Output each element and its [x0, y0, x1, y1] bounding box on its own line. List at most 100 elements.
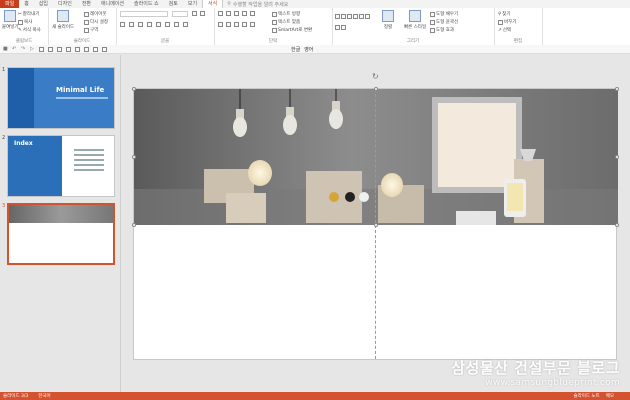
notes-button[interactable]: 슬라이드 노트 [573, 393, 599, 399]
resize-handle-top[interactable] [374, 87, 378, 91]
qat-tool-3-icon[interactable] [57, 46, 62, 52]
resize-handle-top-right[interactable] [615, 87, 619, 91]
qat-tool-5-icon[interactable] [75, 46, 80, 52]
save-icon[interactable]: ■ [3, 46, 8, 52]
numbering-icon[interactable] [226, 11, 231, 16]
slide-thumbnail-3[interactable] [7, 203, 115, 265]
slide-thumbnail-1[interactable]: Minimal Life [7, 67, 115, 129]
qat-tool-4-icon[interactable] [66, 46, 71, 52]
paragraph-group: 텍스트 방향 텍스트 맞춤 SmartArt로 변환 단락 [214, 8, 333, 45]
brush-icon: ✎ [18, 27, 22, 33]
align-right-icon[interactable] [234, 22, 239, 27]
bullets-icon[interactable] [218, 11, 223, 16]
line-spacing-icon[interactable] [250, 11, 255, 16]
tell-me-box[interactable]: ⚲ 수행할 작업을 알려 주세요 [227, 1, 288, 8]
align-text-button[interactable]: 텍스트 맞춤 [272, 19, 300, 25]
drawing-group: 정렬 빠른 스타일 도형 채우기 도형 윤곽선 도형 효과 그리기 [332, 8, 495, 45]
grow-font-icon [192, 11, 197, 16]
drawing-group-label: 그리기 [406, 39, 420, 44]
scissors-icon: ✂ [18, 11, 22, 17]
tab-transitions[interactable]: 전환 [77, 0, 96, 8]
slides-group: 새 슬라이드 레이아웃 다시 설정 구역 슬라이드 [48, 8, 117, 45]
align-text-icon [272, 19, 277, 25]
shadow-icon[interactable] [147, 22, 152, 27]
strikethrough-icon[interactable] [156, 22, 161, 27]
qat-font-color-label[interactable]: 한글 [291, 46, 300, 53]
tab-review[interactable]: 검토 [164, 0, 183, 8]
start-slideshow-icon[interactable]: ▷ [30, 46, 35, 52]
tab-home[interactable]: 홈 [19, 0, 34, 8]
replace-button[interactable]: 바꾸기 [498, 19, 516, 25]
lighting-photo[interactable] [134, 89, 618, 225]
cut-button[interactable]: ✂ 잘라내기 [18, 11, 39, 18]
paste-button[interactable]: 붙여넣기 [2, 10, 19, 30]
resize-handle-bottom-left[interactable] [132, 223, 136, 227]
increase-indent-icon[interactable] [242, 11, 247, 16]
format-painter-button[interactable]: ✎ 서식 복사 [18, 27, 41, 34]
qat-tool-7-icon[interactable] [93, 46, 98, 52]
tab-animations[interactable]: 애니메이션 [96, 0, 129, 8]
align-left-icon[interactable] [218, 22, 223, 27]
slides-group-label: 슬라이드 [73, 39, 91, 44]
rotate-handle-icon[interactable]: ↻ [372, 72, 379, 81]
shapes-gallery[interactable] [335, 11, 375, 33]
slide-thumbnail-pane: 1 Minimal Life 2 Index 3 [0, 55, 121, 392]
shape-effects-button[interactable]: 도형 효과 [430, 27, 454, 33]
shrink-font-button[interactable] [200, 11, 205, 16]
decrease-indent-icon[interactable] [234, 11, 239, 16]
new-slide-button[interactable]: 새 슬라이드 [52, 10, 74, 30]
tab-file[interactable]: 파일 [0, 0, 20, 8]
slide-thumbnail-2[interactable]: Index [7, 135, 115, 197]
tab-format[interactable]: 서식 [202, 0, 224, 8]
qat-tool-6-icon[interactable] [84, 46, 89, 52]
arrange-button[interactable]: 정렬 [382, 10, 394, 30]
resize-handle-bottom[interactable] [374, 223, 378, 227]
italic-icon[interactable] [129, 22, 134, 27]
section-button[interactable]: 구역 [84, 27, 98, 33]
resize-handle-bottom-right[interactable] [615, 223, 619, 227]
copy-button[interactable]: 복사 [18, 19, 32, 25]
editing-group-label: 편집 [513, 39, 523, 44]
slide-editing-canvas: ↻ [121, 55, 630, 392]
resize-handle-top-left[interactable] [132, 87, 136, 91]
text-direction-button[interactable]: 텍스트 방향 [272, 11, 300, 17]
smartart-button[interactable]: SmartArt로 변환 [272, 27, 312, 33]
grow-font-button[interactable] [192, 11, 197, 16]
underline-icon[interactable] [138, 22, 143, 27]
shape-fill-button[interactable]: 도형 채우기 [430, 11, 458, 17]
language-status[interactable]: 한국어 [38, 393, 50, 399]
bold-icon[interactable] [120, 22, 125, 27]
tab-slideshow[interactable]: 슬라이드 쇼 [129, 0, 164, 8]
font-name-dropdown[interactable] [120, 11, 168, 17]
quick-styles-button[interactable]: 빠른 스타일 [404, 10, 426, 30]
resize-handle-left[interactable] [132, 155, 136, 159]
qat-language-label[interactable]: 영어 [304, 46, 313, 53]
tab-view[interactable]: 보기 [183, 0, 202, 8]
current-slide[interactable]: ↻ [132, 72, 619, 360]
qat-tool-8-icon[interactable] [102, 46, 107, 52]
align-center-icon[interactable] [226, 22, 231, 27]
qat-tool-1-icon[interactable] [39, 46, 44, 52]
font-group: 글꼴 [116, 8, 215, 45]
redo-icon[interactable]: ↷ [21, 46, 26, 52]
justify-icon[interactable] [242, 22, 247, 27]
find-button[interactable]: ⚲ 찾기 [498, 11, 511, 18]
spacing-icon[interactable] [165, 22, 170, 27]
resize-handle-right[interactable] [615, 155, 619, 159]
font-size-dropdown[interactable] [172, 11, 188, 17]
select-button[interactable]: ↗ 선택 [498, 27, 511, 34]
comments-button[interactable]: 메모 [606, 393, 614, 399]
layout-icon [84, 11, 89, 17]
reset-button[interactable]: 다시 설정 [84, 19, 108, 25]
undo-icon[interactable]: ↶ [12, 46, 17, 52]
tab-insert[interactable]: 삽입 [34, 0, 53, 8]
thumb1-subtitle-line [56, 97, 108, 99]
case-icon[interactable] [174, 22, 179, 27]
qat-tool-2-icon[interactable] [48, 46, 53, 52]
lightbulb-icon: ⚲ [227, 1, 231, 7]
tab-design[interactable]: 디자인 [53, 0, 77, 8]
shape-outline-button[interactable]: 도형 윤곽선 [430, 19, 458, 25]
layout-button[interactable]: 레이아웃 [84, 11, 107, 17]
columns-icon[interactable] [250, 22, 255, 27]
font-color-icon[interactable] [183, 22, 188, 27]
